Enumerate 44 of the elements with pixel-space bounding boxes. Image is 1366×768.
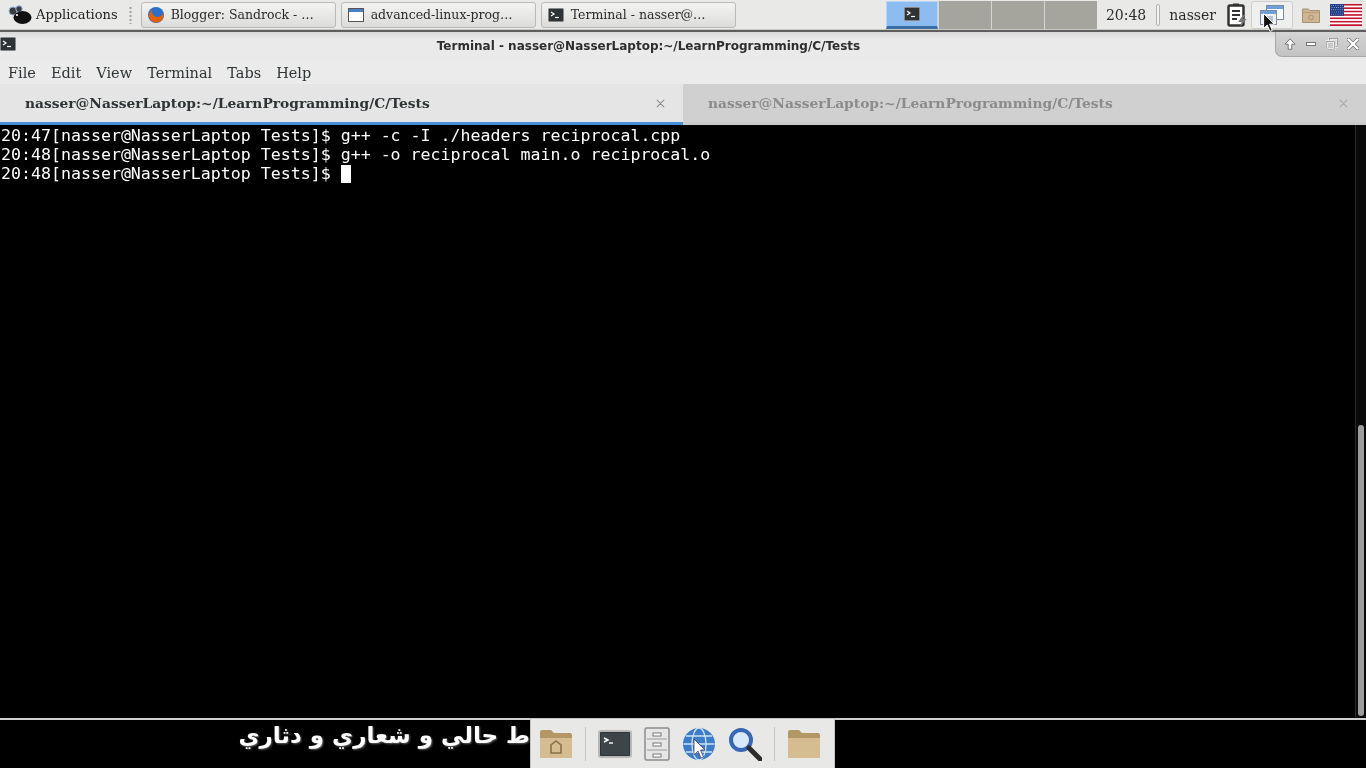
terminal-icon (547, 7, 564, 22)
close-icon (1346, 38, 1359, 50)
taskbar-button[interactable]: Terminal - nasser@… (540, 1, 736, 28)
restore-icon (1325, 38, 1338, 50)
clock: 20:48 (1105, 6, 1147, 23)
folder-icon (1302, 6, 1320, 23)
menu-item[interactable]: Terminal (147, 63, 213, 83)
user-name: nasser (1169, 6, 1216, 23)
taskbar-button[interactable]: Blogger: Sandrock - … (140, 1, 336, 28)
window-thumbnail-icon (903, 7, 920, 21)
folder-icon[interactable] (787, 728, 821, 759)
terminal-line: 20:48[nasser@NasserLaptop Tests]$ (1, 164, 331, 183)
flag-icon (1330, 3, 1362, 26)
terminal-line: 20:47[nasser@NasserLaptop Tests]$ g++ -c -I ./headers reciprocal.cpp (1, 126, 681, 145)
folder-icon[interactable] (539, 728, 573, 759)
scrollbar-thumb[interactable] (1358, 425, 1364, 716)
menu-item[interactable]: Edit (50, 63, 82, 83)
minimize-icon (1305, 42, 1316, 46)
file-cabinet-icon[interactable] (644, 726, 670, 761)
taskbar-button[interactable]: advanced-linux-prog… (340, 1, 536, 28)
menu-item[interactable]: View (96, 63, 133, 83)
workspace[interactable] (885, 1, 938, 29)
close-icon (655, 98, 665, 108)
mouse-pointer-icon (1263, 12, 1275, 32)
globe-icon[interactable] (682, 726, 716, 761)
mouse-icon (8, 4, 32, 25)
terminal-line: 20:48[nasser@NasserLaptop Tests]$ g++ -o reciprocal main.o reciprocal.o (1, 145, 711, 164)
scrollbar[interactable] (1355, 125, 1366, 718)
wallpaper-text: ط حالي و شعاري و دثاري (238, 721, 530, 751)
up-arrow-icon (1283, 38, 1296, 50)
window-title: Terminal - nasser@NasserLaptop:~/LearnProgramming/C/Tests (436, 38, 861, 55)
terminal-icon[interactable] (598, 729, 632, 758)
show-desktop-button[interactable] (1251, 0, 1293, 29)
clipboard-icon (1227, 2, 1247, 27)
menu-item[interactable]: Help (276, 63, 312, 83)
menu-item[interactable]: File (8, 63, 36, 83)
search-icon[interactable] (728, 726, 762, 761)
applications-menu[interactable]: Applications (4, 1, 122, 28)
window-icon (347, 7, 364, 22)
tab[interactable]: nasser@NasserLaptop:~/LearnProgramming/C/Tests (0, 84, 683, 125)
menu-item[interactable]: Tabs (227, 63, 262, 83)
close-icon (1338, 98, 1348, 108)
terminal-icon (0, 37, 16, 51)
globe-icon (147, 6, 164, 23)
